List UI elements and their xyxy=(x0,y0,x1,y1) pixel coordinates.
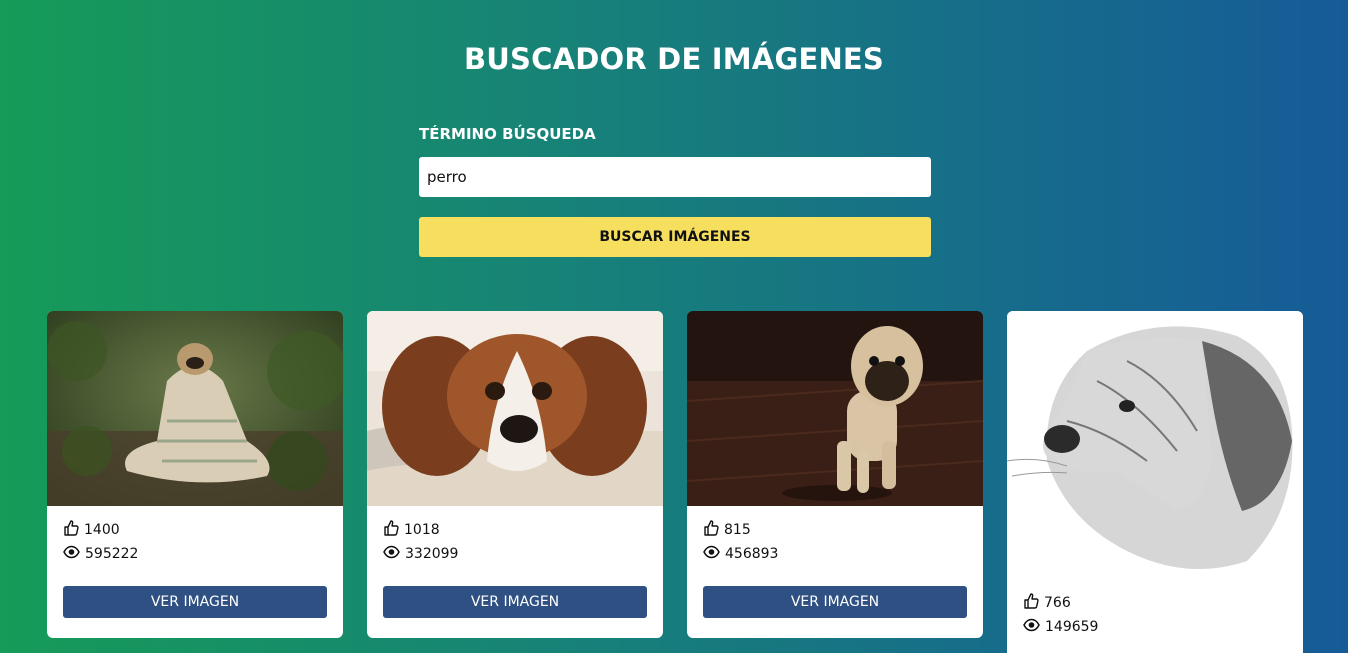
likes-count: 1018 xyxy=(404,522,440,538)
eye-icon xyxy=(1023,618,1045,636)
likes-count: 815 xyxy=(724,522,751,538)
result-image xyxy=(1007,311,1303,581)
likes-stat: 766 xyxy=(1023,591,1287,615)
likes-stat: 1018 xyxy=(383,518,647,542)
thumbs-up-icon xyxy=(63,520,84,540)
search-button[interactable]: BUSCAR IMÁGENES xyxy=(419,217,931,257)
likes-stat: 815 xyxy=(703,518,967,542)
views-count: 149659 xyxy=(1045,619,1099,635)
eye-icon xyxy=(63,545,85,563)
views-count: 456893 xyxy=(725,546,779,562)
likes-count: 766 xyxy=(1044,595,1071,611)
view-image-button[interactable]: VER IMAGEN xyxy=(703,586,967,618)
likes-count: 1400 xyxy=(84,522,120,538)
views-count: 595222 xyxy=(85,546,139,562)
thumbs-up-icon xyxy=(1023,593,1044,613)
result-card: 815 456893 VER IMAGEN xyxy=(687,311,983,638)
result-card: 1400 595222 VER IMAGEN xyxy=(47,311,343,638)
thumbs-up-icon xyxy=(703,520,724,540)
view-image-button[interactable]: VER IMAGEN xyxy=(383,586,647,618)
result-image xyxy=(687,311,983,506)
views-stat: 595222 xyxy=(63,542,327,566)
views-stat: 332099 xyxy=(383,542,647,566)
views-stat: 456893 xyxy=(703,542,967,566)
result-card: 766 149659 xyxy=(1007,311,1303,653)
eye-icon xyxy=(383,545,405,563)
search-input[interactable] xyxy=(419,157,931,197)
eye-icon xyxy=(703,545,725,563)
search-form: TÉRMINO BÚSQUEDA BUSCAR IMÁGENES xyxy=(419,125,931,257)
thumbs-up-icon xyxy=(383,520,404,540)
likes-stat: 1400 xyxy=(63,518,327,542)
result-image xyxy=(47,311,343,506)
page-title: BUSCADOR DE IMÁGENES xyxy=(463,42,885,76)
view-image-button[interactable]: VER IMAGEN xyxy=(63,586,327,618)
views-count: 332099 xyxy=(405,546,459,562)
views-stat: 149659 xyxy=(1023,615,1287,639)
result-card: 1018 332099 VER IMAGEN xyxy=(367,311,663,638)
result-image xyxy=(367,311,663,506)
search-label: TÉRMINO BÚSQUEDA xyxy=(419,125,596,143)
